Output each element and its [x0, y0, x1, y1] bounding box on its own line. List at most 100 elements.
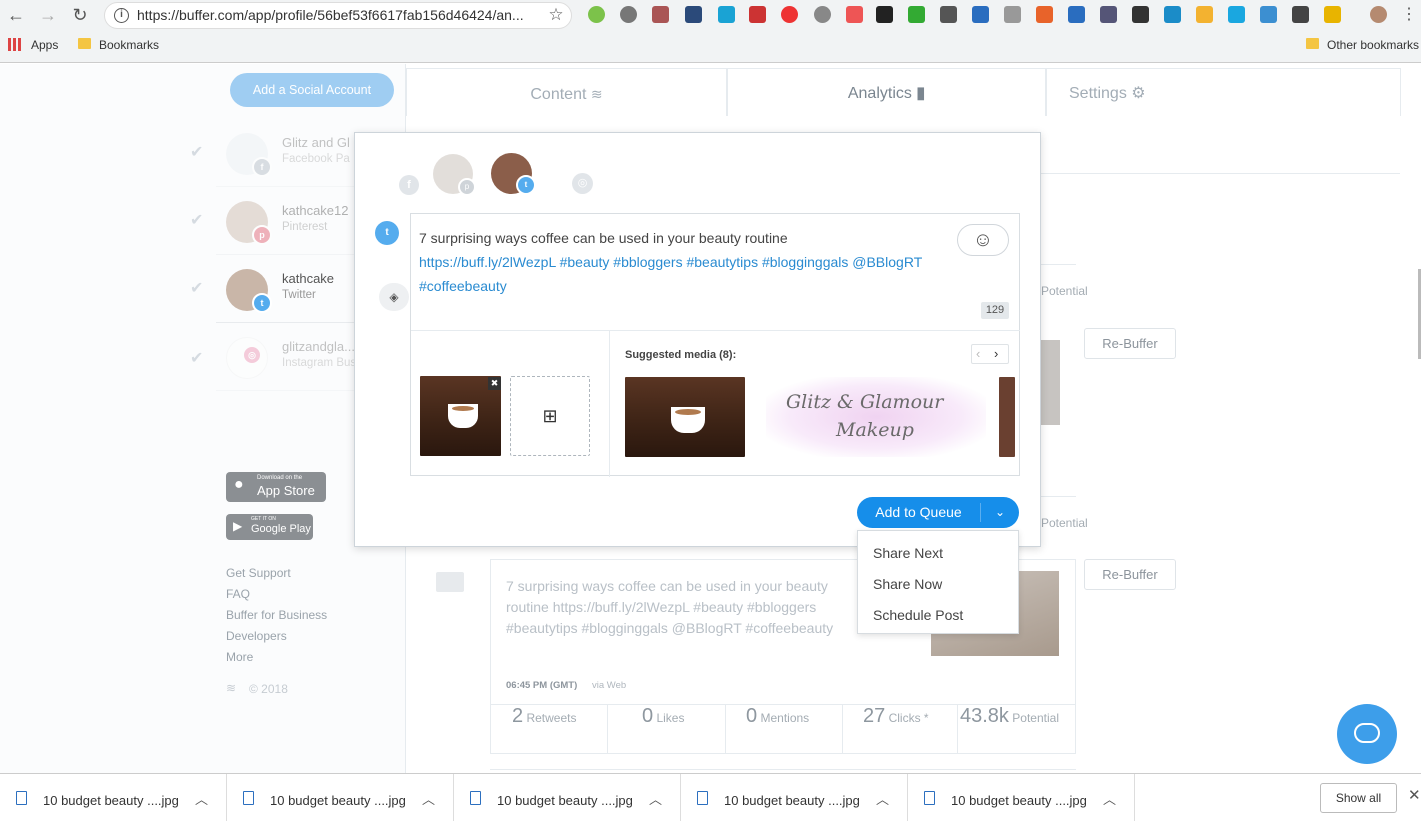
chevron-up-icon[interactable]: ︿	[649, 789, 662, 808]
download-item[interactable]: 10 budget beauty ....jpg ︿	[908, 774, 1135, 821]
twitter-icon: t	[516, 175, 536, 195]
show-all-button[interactable]: Show all	[1320, 783, 1397, 813]
star-icon[interactable]: ☆	[544, 3, 568, 27]
extension-icon[interactable]	[1100, 6, 1117, 23]
account-network: Twitter	[282, 289, 316, 301]
extension-icon[interactable]	[1068, 6, 1085, 23]
url-text: https://buffer.com/app/profile/56bef53f6…	[137, 7, 524, 23]
chat-support-button[interactable]	[1337, 704, 1397, 764]
file-name: 10 budget beauty ....jpg	[497, 793, 633, 808]
chevron-up-icon[interactable]: ︿	[876, 789, 889, 808]
stat-label: Retweets	[526, 711, 577, 725]
twitter-icon: t	[252, 293, 272, 313]
download-item[interactable]: 10 budget beauty ....jpg ︿	[681, 774, 908, 821]
check-icon: ✔	[190, 350, 204, 367]
schedule-post-item[interactable]: Schedule Post	[873, 607, 963, 623]
developers-link[interactable]: Developers	[226, 629, 287, 643]
extension-icon[interactable]	[781, 6, 798, 23]
faq-link[interactable]: FAQ	[226, 587, 250, 601]
extension-icon[interactable]	[876, 6, 893, 23]
chevron-right-icon[interactable]: ›	[994, 346, 998, 361]
extension-icon[interactable]	[1196, 6, 1213, 23]
apps-link[interactable]: Apps	[31, 38, 58, 52]
logo-text: Makeup	[836, 419, 914, 441]
extension-icon[interactable]	[1292, 6, 1309, 23]
extension-icon[interactable]	[1260, 6, 1277, 23]
profile-avatar[interactable]	[1370, 6, 1387, 23]
add-media-button[interactable]: ⊞	[510, 376, 590, 456]
share-now-item[interactable]: Share Now	[873, 576, 942, 592]
file-icon	[243, 791, 254, 805]
facebook-icon[interactable]: f	[399, 175, 419, 195]
file-icon	[697, 791, 708, 805]
back-icon[interactable]: ←	[4, 3, 28, 27]
add-to-queue-button[interactable]: Add to Queue	[857, 497, 980, 528]
buffer-business-link[interactable]: Buffer for Business	[226, 608, 327, 622]
post-text: 7 surprising ways coffee can be used in …	[506, 578, 834, 636]
suggested-image[interactable]	[625, 377, 745, 457]
tab-content[interactable]: Content ≋	[406, 68, 727, 116]
emoji-button[interactable]: ☺	[957, 224, 1009, 256]
chevron-down-icon[interactable]: ⌄	[981, 497, 1019, 528]
extension-icon[interactable]	[685, 6, 702, 23]
extension-icon[interactable]	[588, 6, 605, 23]
extension-icon[interactable]	[718, 6, 735, 23]
extension-icon[interactable]	[1132, 6, 1149, 23]
extension-icon[interactable]	[940, 6, 957, 23]
coffee	[675, 409, 701, 415]
instagram-icon[interactable]: ◎	[572, 173, 593, 194]
download-item[interactable]: 10 budget beauty ....jpg ︿	[0, 774, 227, 821]
address-bar[interactable]: i https://buffer.com/app/profile/56bef53…	[104, 2, 572, 29]
reload-icon[interactable]: ↻	[68, 3, 92, 27]
remove-media-icon[interactable]: ✖	[488, 377, 501, 390]
extension-icon[interactable]	[814, 6, 831, 23]
forward-icon[interactable]: →	[36, 3, 60, 27]
composer-editor[interactable]: 7 surprising ways coffee can be used in …	[410, 213, 1020, 477]
other-bookmarks[interactable]: Other bookmarks	[1327, 38, 1419, 52]
character-count: 129	[981, 302, 1009, 319]
tab-settings[interactable]: Settings ⚙	[1046, 68, 1401, 116]
tab-label: Settings	[1069, 85, 1127, 102]
extension-icon[interactable]	[620, 6, 637, 23]
app-store-badge[interactable]: ● Download on the App Store	[226, 472, 326, 502]
extension-icon[interactable]	[908, 6, 925, 23]
extension-icon[interactable]	[846, 6, 863, 23]
google-play-badge[interactable]: ▶ GET IT ON Google Play	[226, 514, 313, 540]
chevron-left-icon[interactable]: ‹	[976, 346, 980, 361]
stat-label: Potential	[1012, 711, 1059, 725]
stat-value: 27	[863, 705, 886, 727]
menu-icon[interactable]: ⋮	[1397, 3, 1421, 27]
chevron-up-icon[interactable]: ︿	[1103, 789, 1116, 808]
extension-icon[interactable]	[1324, 6, 1341, 23]
rebuffer-button[interactable]: Re-Buffer	[1084, 328, 1176, 359]
apps-icon[interactable]	[8, 38, 21, 51]
extension-icon[interactable]	[1004, 6, 1021, 23]
bookmarks-bar: Apps Bookmarks Other bookmarks	[0, 33, 1421, 59]
pinterest-icon: p	[252, 225, 272, 245]
extension-icon[interactable]	[972, 6, 989, 23]
shortener-icon[interactable]: ◈	[379, 283, 409, 311]
add-social-account-button[interactable]: Add a Social Account	[230, 73, 394, 107]
extension-icon[interactable]	[749, 6, 766, 23]
chevron-up-icon[interactable]: ︿	[422, 789, 435, 808]
gear-icon: ⚙	[1131, 85, 1146, 102]
extension-icon[interactable]	[1164, 6, 1181, 23]
suggested-image[interactable]	[999, 377, 1015, 457]
chevron-up-icon[interactable]: ︿	[195, 789, 208, 808]
tab-analytics[interactable]: Analytics ▮	[727, 68, 1046, 116]
extension-icon[interactable]	[652, 6, 669, 23]
download-item[interactable]: 10 budget beauty ....jpg ︿	[454, 774, 681, 821]
image-icon	[436, 572, 464, 592]
extension-icon[interactable]	[1228, 6, 1245, 23]
rebuffer-button[interactable]: Re-Buffer	[1084, 559, 1176, 590]
info-icon[interactable]: i	[114, 8, 129, 23]
extension-icon[interactable]	[1036, 6, 1053, 23]
more-link[interactable]: More	[226, 650, 253, 664]
share-next-item[interactable]: Share Next	[873, 545, 943, 561]
download-item[interactable]: 10 budget beauty ....jpg ︿	[227, 774, 454, 821]
close-icon[interactable]: ✕	[1408, 786, 1421, 804]
bookmarks-folder[interactable]: Bookmarks	[99, 38, 159, 52]
composer-textarea[interactable]: 7 surprising ways coffee can be used in …	[419, 226, 959, 298]
get-support-link[interactable]: Get Support	[226, 566, 291, 580]
suggested-logo-image[interactable]: Glitz & Glamour Makeup	[766, 377, 986, 457]
